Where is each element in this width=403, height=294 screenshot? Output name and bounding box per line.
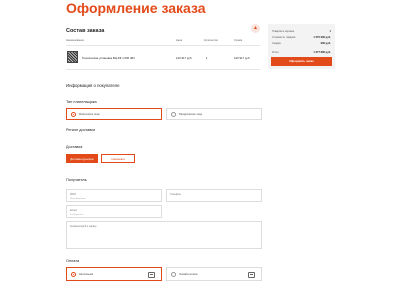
delivery-heading: Доставка [66, 145, 83, 149]
page-title: Оформление заказа [66, 0, 206, 16]
divider [66, 69, 260, 70]
summary-value: 1 070 982 руб. [313, 36, 331, 39]
summary-row: Скидка 960 руб. [272, 42, 331, 45]
radio-icon [171, 112, 176, 117]
delivery-courier-tab[interactable]: Доставка курьером [66, 154, 98, 163]
field-label: Комментарий к заказу [70, 225, 97, 228]
summary-value: 960 руб. [320, 42, 331, 45]
product-qty: 1 [206, 56, 208, 60]
product-sum: 120 917 руб. [234, 56, 251, 60]
column-header-sum: Сумма [234, 39, 243, 42]
payer-type-label: Тип плательщика [66, 100, 97, 104]
radio-icon [171, 272, 176, 277]
summary-total-row: Итого 1 077 882 руб. [272, 51, 331, 54]
divider [66, 45, 260, 46]
phone-field[interactable]: Телефон [166, 189, 262, 202]
radio-icon [71, 112, 76, 117]
payment-label: Онлайн-оплата [179, 273, 198, 276]
region-label: Регион доставки [66, 128, 96, 132]
product-name[interactable]: Техническая установка ВЦ-4Ф 1 000 484 [82, 56, 135, 60]
cash-icon [148, 272, 155, 278]
order-summary: Товаров в корзине 1 Стоимость товаров 1 … [268, 24, 335, 69]
email-field[interactable]: Email test@gmail.ru [66, 205, 162, 218]
column-header-price: Цена [176, 39, 183, 42]
product-price: 120 917 руб. [176, 56, 193, 60]
summary-row: Стоимость товаров 1 070 982 руб. [272, 36, 331, 39]
payer-type-label-text: Юридическое лицо [179, 113, 203, 116]
summary-value: 1 [329, 30, 331, 33]
column-header-qty: Количество [204, 39, 218, 42]
buyer-info-heading: Информация о покупателе [66, 83, 120, 88]
payment-label: Наличными [79, 273, 94, 276]
comment-textarea[interactable]: Комментарий к заказу [66, 221, 262, 249]
field-label: Телефон [170, 193, 181, 196]
payment-cash-option[interactable]: Наличными [66, 267, 162, 281]
product-image[interactable] [67, 51, 78, 63]
field-value: Иван Иванович [70, 198, 86, 200]
order-card: Состав заказа ▲ Наименование Цена Количе… [62, 21, 262, 73]
field-label: Email [70, 209, 77, 212]
summary-total-value: 1 077 882 руб. [313, 51, 331, 54]
order-heading: Состав заказа [66, 28, 105, 34]
field-label: ФИО [70, 193, 76, 196]
summary-label: Товаров в корзине [272, 30, 295, 33]
summary-label: Итого [272, 51, 279, 54]
card-icon [248, 272, 255, 278]
place-order-button[interactable]: Оформить заказ [271, 57, 332, 66]
payer-type-individual[interactable]: Физическое лицо [66, 108, 162, 120]
full-name-field[interactable]: ФИО Иван Иванович [66, 189, 162, 202]
payer-type-company[interactable]: Юридическое лицо [166, 108, 262, 120]
payer-type-label-text: Физическое лицо [79, 113, 100, 116]
summary-label: Стоимость товаров [272, 36, 296, 39]
checkout-page: Оформление заказа Состав заказа ▲ Наимен… [0, 0, 403, 294]
payment-heading: Оплата [66, 259, 80, 263]
summary-row: Товаров в корзине 1 [272, 30, 331, 33]
delivery-pickup-tab[interactable]: Самовывоз [101, 154, 135, 163]
field-value: test@gmail.ru [70, 214, 84, 216]
summary-label: Скидка [272, 42, 281, 45]
column-header-name: Наименование [66, 39, 84, 42]
payment-online-option[interactable]: Онлайн-оплата [166, 267, 262, 281]
chevron-up-icon[interactable]: ▲ [251, 24, 260, 33]
radio-icon [71, 272, 76, 277]
recipient-heading: Получатель [66, 178, 87, 182]
